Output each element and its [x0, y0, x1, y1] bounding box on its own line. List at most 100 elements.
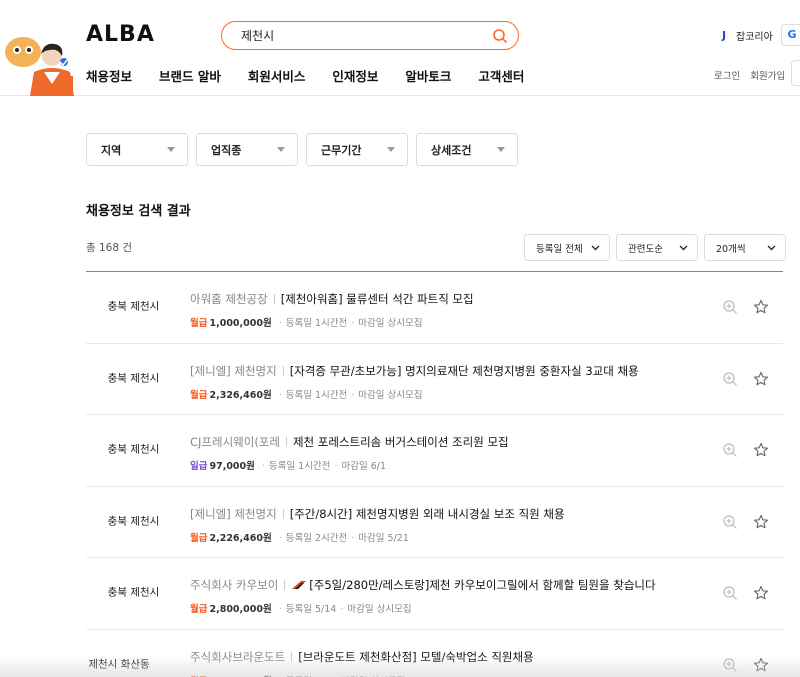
nav-item-alba-talk[interactable]: 알바토크 [405, 66, 451, 85]
row-actions [722, 514, 769, 530]
row-actions [722, 299, 769, 315]
job-company[interactable]: [제니엘] 제천명지 [190, 507, 277, 521]
zoom-in-icon[interactable] [722, 442, 738, 458]
divider [285, 437, 287, 447]
divider: · [278, 318, 282, 329]
filter-label: 업직종 [211, 143, 242, 157]
zoom-in-icon[interactable] [722, 299, 738, 315]
divider [284, 580, 286, 590]
pay-amount: 2,226,460원 [209, 532, 272, 544]
job-company[interactable]: 주식회사브라운도트 [190, 650, 285, 664]
pay-amount: 97,000원 [209, 461, 255, 472]
caret-down-icon [167, 147, 175, 152]
filter-details[interactable]: 상세조건 [416, 133, 518, 166]
job-row[interactable]: 제천시 화산동 주식회사브라운도트 [브라운도트 제천화산점] 모텔/숙박업소 직… [86, 630, 783, 677]
job-title[interactable]: 제천 포레스트리솜 버거스테이션 조리원 모집 [293, 435, 509, 449]
job-header-line: 주식회사브라운도트 [브라운도트 제천화산점] 모텔/숙박업소 직원채용 [190, 649, 534, 665]
util-links: 로그인 회원가입 [714, 68, 785, 82]
star-icon[interactable] [753, 657, 769, 673]
job-meta: 월급 2,326,460원 · 등록일 1시간전 · 마감일 상시모집 [190, 387, 423, 401]
divider: · [340, 604, 344, 615]
deadline: 마감일 6/1 [341, 461, 386, 472]
g-logo-icon[interactable]: G [781, 24, 800, 46]
filter-job-type[interactable]: 업직종 [196, 133, 298, 166]
job-title[interactable]: [제천아워홈] 물류센터 석간 파트직 모집 [281, 292, 474, 306]
filter-label: 근무기간 [321, 143, 362, 157]
results-total-count: 총 168 건 [86, 242, 133, 254]
job-meta: 월급 2,226,460원 · 등록일 2시간전 · 마감일 5/21 [190, 530, 409, 544]
site-header: ALBA J 잡코리아 G 채용정보 브랜드 알바 회원서비스 인재정보 알바토… [0, 0, 800, 96]
job-company[interactable]: [제니엘] 제천명지 [190, 364, 277, 378]
job-company[interactable]: 아워홈 제천공장 [190, 292, 268, 306]
nav-item-brand[interactable]: 브랜드 알바 [159, 66, 221, 85]
job-company[interactable]: CJ프레시웨이(포레 [190, 435, 280, 449]
alba-logo[interactable]: ALBA [86, 22, 155, 44]
nav-item-talent[interactable]: 인재정보 [332, 66, 378, 85]
job-header-line: [제니엘] 제천명지 [주간/8시간] 제천명지병원 외래 내시경실 보조 직원 … [190, 506, 565, 522]
posted-date: 등록일 1시간전 [285, 318, 348, 329]
nav-item-member-services[interactable]: 회원서비스 [248, 66, 306, 85]
job-title[interactable]: [주5일/280만/레스토랑]제천 카우보이그릴에서 함께할 팀원을 찾습니다 [309, 578, 655, 592]
jobkorea-link[interactable]: J 잡코리아 [722, 28, 773, 43]
sort-controls: 등록일 전체 관련도순 20개씩 [524, 234, 786, 261]
job-row[interactable]: 충북 제천시 아워홈 제천공장 [제천아워홈] 물류센터 석간 파트직 모집 월급… [86, 272, 783, 344]
sort-posted-date[interactable]: 등록일 전체 [524, 234, 610, 261]
filter-region[interactable]: 지역 [86, 133, 188, 166]
signup-link[interactable]: 회원가입 [750, 68, 785, 82]
star-icon[interactable] [753, 299, 769, 315]
chevron-down-icon [679, 245, 688, 251]
job-title[interactable]: [자격증 무관/초보가능] 명지의료재단 제천명지병원 중환자실 3교대 채용 [290, 364, 639, 378]
pay-amount: 1,000,000원 [209, 318, 272, 329]
zoom-in-icon[interactable] [722, 514, 738, 530]
sort-page-size[interactable]: 20개씩 [704, 234, 786, 261]
posted-date: 등록일 2시간전 [285, 532, 348, 544]
zoom-in-icon[interactable] [722, 657, 738, 673]
divider [282, 508, 284, 519]
pay-type: 월급 [190, 532, 208, 544]
job-row[interactable]: 충북 제천시 [제니엘] 제천명지 [주간/8시간] 제천명지병원 외래 내시경실… [86, 487, 783, 558]
job-location: 충북 제천시 [107, 515, 160, 528]
job-location: 제천시 화산동 [88, 658, 150, 671]
mascot-banner-image[interactable] [0, 14, 82, 96]
job-header-line: 주식회사 카우보이 [주5일/280만/레스토랑]제천 카우보이그릴에서 함께할 … [190, 577, 656, 593]
star-icon[interactable] [753, 585, 769, 601]
pay-type: 일급 [190, 461, 208, 472]
job-title[interactable]: [브라운도트 제천화산점] 모텔/숙박업소 직원채용 [298, 650, 533, 664]
job-meta: 월급2,600,000원·등록일 5/7·마감일 상시모집 [190, 673, 406, 677]
star-icon[interactable] [753, 514, 769, 530]
star-icon[interactable] [753, 442, 769, 458]
zoom-in-icon[interactable] [722, 371, 738, 387]
divider [282, 365, 284, 376]
sort-label: 등록일 전체 [536, 243, 583, 255]
star-icon[interactable] [753, 371, 769, 387]
divider [273, 294, 275, 304]
hot-badge-icon [292, 581, 307, 589]
login-link[interactable]: 로그인 [714, 68, 740, 82]
job-row[interactable]: 충북 제천시 주식회사 카우보이 [주5일/280만/레스토랑]제천 카우보이그릴… [86, 558, 783, 630]
pay-type: 월급 [190, 389, 208, 401]
pay-amount: 2,326,460원 [209, 389, 272, 401]
util-button-partial[interactable] [791, 60, 800, 86]
chevron-down-icon [767, 245, 776, 251]
job-row[interactable]: 충북 제천시 [제니엘] 제천명지 [자격증 무관/초보가능] 명지의료재단 제천… [86, 344, 783, 415]
job-header-line: 아워홈 제천공장 [제천아워홈] 물류센터 석간 파트직 모집 [190, 291, 474, 307]
zoom-in-icon[interactable] [722, 585, 738, 601]
filter-label: 상세조건 [431, 143, 472, 157]
job-title[interactable]: [주간/8시간] 제천명지병원 외래 내시경실 보조 직원 채용 [290, 507, 565, 521]
main-nav: 채용정보 브랜드 알바 회원서비스 인재정보 알바토크 고객센터 [86, 66, 551, 85]
search-input[interactable] [241, 27, 481, 44]
posted-date: 등록일 5/14 [285, 604, 337, 615]
sort-relevance[interactable]: 관련도순 [616, 234, 698, 261]
nav-item-customer-center[interactable]: 고객센터 [478, 66, 524, 85]
deadline: 마감일 상시모집 [358, 318, 423, 329]
search-icon[interactable] [492, 28, 508, 44]
job-location: 충북 제천시 [107, 300, 160, 313]
filter-work-period[interactable]: 근무기간 [306, 133, 408, 166]
nav-item-jobs[interactable]: 채용정보 [86, 66, 132, 85]
job-location: 충북 제천시 [107, 443, 160, 456]
job-company[interactable]: 주식회사 카우보이 [190, 578, 278, 592]
row-actions [722, 657, 769, 673]
divider: · [278, 604, 282, 615]
job-row[interactable]: 충북 제천시 CJ프레시웨이(포레 제천 포레스트리솜 버거스테이션 조리원 모집… [86, 415, 783, 487]
caret-down-icon [277, 147, 285, 152]
